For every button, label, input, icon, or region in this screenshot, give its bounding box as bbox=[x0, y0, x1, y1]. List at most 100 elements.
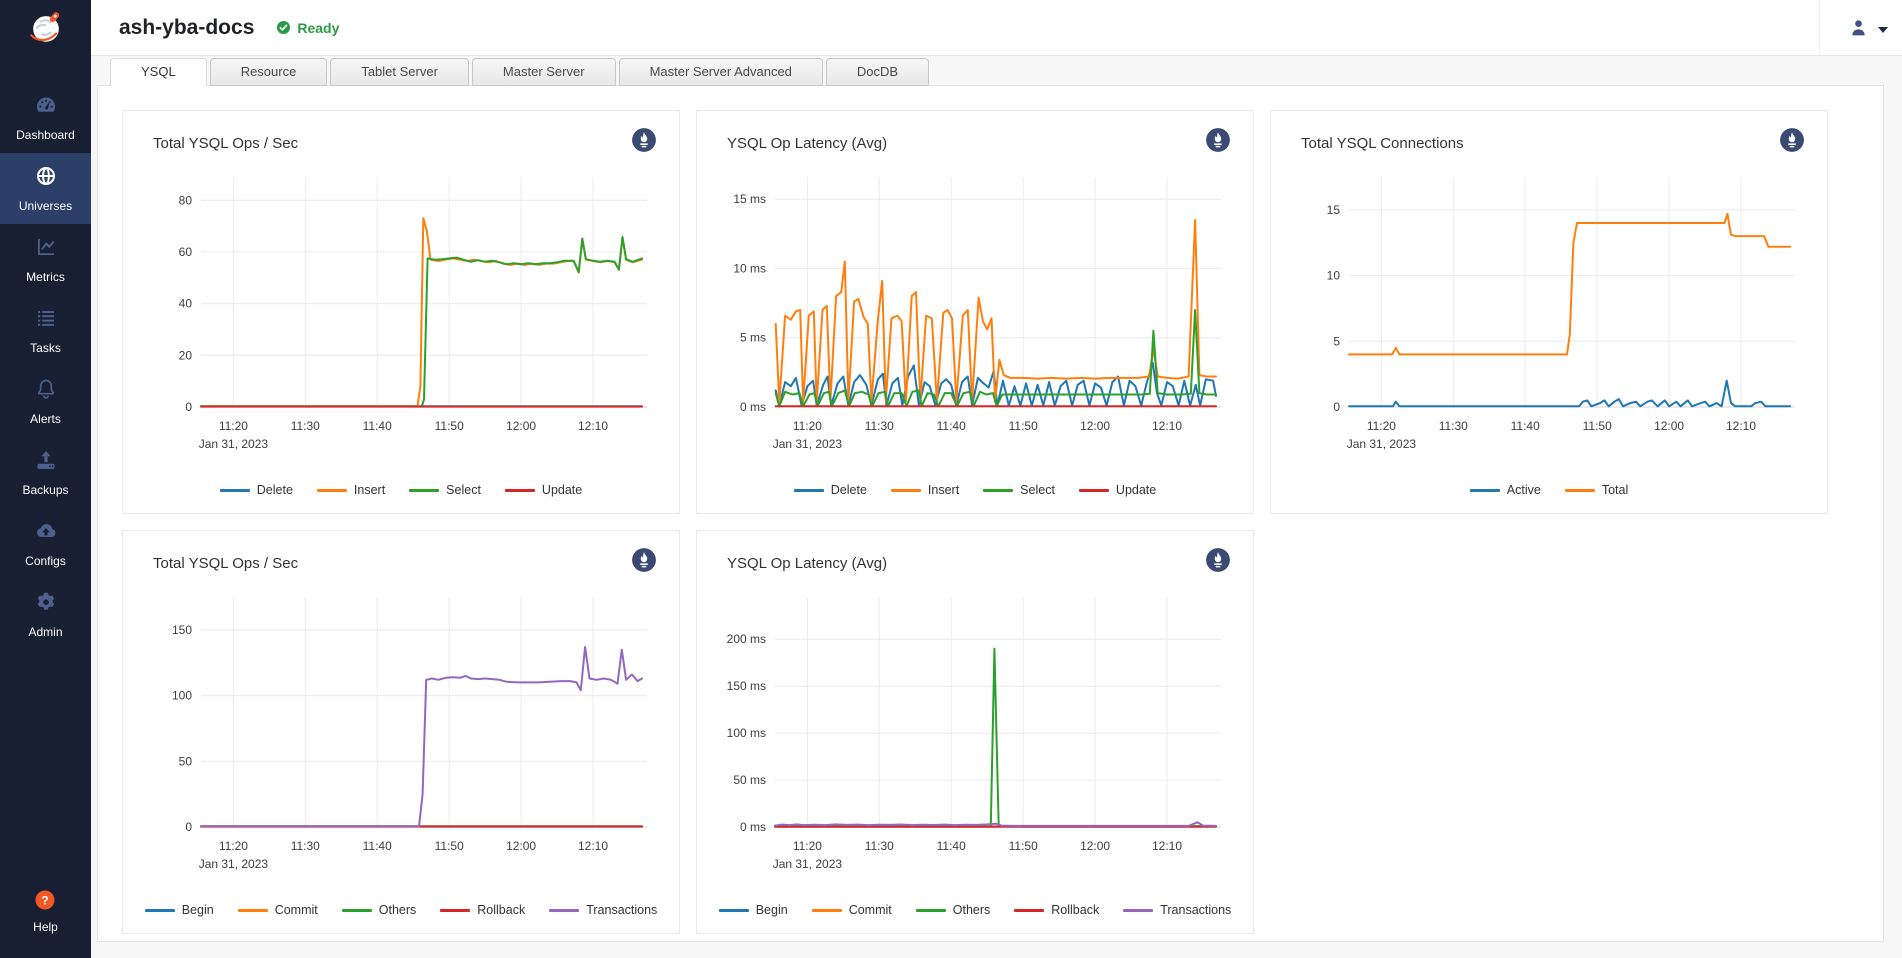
chart-legend: Begin Commit Others Rollback Transactions bbox=[123, 903, 679, 917]
configs-icon bbox=[34, 519, 58, 548]
svg-text:10: 10 bbox=[1327, 269, 1341, 283]
legend-item[interactable]: Rollback bbox=[1014, 903, 1099, 917]
prometheus-icon[interactable] bbox=[1779, 127, 1805, 153]
legend-swatch bbox=[220, 489, 250, 492]
sidebar-item-help[interactable]: ?Help bbox=[0, 875, 91, 946]
svg-text:12:00: 12:00 bbox=[1654, 419, 1684, 433]
legend-label: Active bbox=[1507, 483, 1541, 497]
legend-item[interactable]: Commit bbox=[238, 903, 318, 917]
svg-text:15: 15 bbox=[1327, 203, 1341, 217]
prometheus-icon[interactable] bbox=[1205, 127, 1231, 153]
legend-label: Commit bbox=[275, 903, 318, 917]
svg-text:12:00: 12:00 bbox=[1080, 419, 1110, 433]
tab-docdb[interactable]: DocDB bbox=[826, 58, 929, 86]
legend-item[interactable]: Rollback bbox=[440, 903, 525, 917]
prometheus-icon[interactable] bbox=[631, 127, 657, 153]
svg-text:12:00: 12:00 bbox=[506, 419, 536, 433]
legend-swatch bbox=[409, 489, 439, 492]
chart-title: Total YSQL Ops / Sec bbox=[153, 135, 298, 152]
x-axis-date: Jan 31, 2023 bbox=[199, 437, 269, 451]
svg-text:11:30: 11:30 bbox=[291, 419, 320, 433]
prometheus-icon[interactable] bbox=[1205, 547, 1231, 573]
chart-title: YSQL Op Latency (Avg) bbox=[727, 135, 887, 152]
legend-label: Select bbox=[446, 483, 481, 497]
chart-card: Total YSQL Ops / Sec02040608011:2011:301… bbox=[122, 110, 680, 514]
tab-tablet-server[interactable]: Tablet Server bbox=[330, 58, 469, 86]
svg-text:50: 50 bbox=[179, 754, 193, 768]
legend-label: Insert bbox=[928, 483, 959, 497]
legend-item[interactable]: Begin bbox=[145, 903, 214, 917]
legend-item[interactable]: Begin bbox=[719, 903, 788, 917]
legend-label: Others bbox=[953, 903, 991, 917]
metrics-panel: Total YSQL Ops / Sec02040608011:2011:301… bbox=[97, 85, 1884, 942]
chart-plot-area[interactable]: 05101511:2011:3011:4011:5012:0012:10Jan … bbox=[1285, 171, 1811, 461]
svg-text:0: 0 bbox=[185, 820, 192, 834]
legend-item[interactable]: Transactions bbox=[1123, 903, 1231, 917]
legend-swatch bbox=[505, 489, 535, 492]
tab-master-server-advanced[interactable]: Master Server Advanced bbox=[619, 58, 823, 86]
chart-plot-area[interactable]: 02040608011:2011:3011:4011:5012:0012:10J… bbox=[137, 171, 663, 461]
legend-item[interactable]: Total bbox=[1565, 483, 1628, 497]
status-badge: Ready bbox=[276, 20, 339, 36]
svg-text:12:00: 12:00 bbox=[1080, 839, 1110, 853]
legend-item[interactable]: Insert bbox=[891, 483, 959, 497]
sidebar-item-tasks[interactable]: Tasks bbox=[0, 295, 91, 366]
sidebar-item-label: Dashboard bbox=[16, 128, 75, 142]
tab-resource[interactable]: Resource bbox=[210, 58, 328, 86]
header: ash-yba-docs Ready bbox=[91, 0, 1902, 56]
legend-item[interactable]: Insert bbox=[317, 483, 385, 497]
user-icon bbox=[1848, 17, 1869, 38]
legend-item[interactable]: Others bbox=[916, 903, 991, 917]
svg-text:12:00: 12:00 bbox=[506, 839, 536, 853]
legend-item[interactable]: Others bbox=[342, 903, 417, 917]
sidebar: Dashboard UniversesMetricsTasksAlertsBack… bbox=[0, 0, 91, 958]
legend-label: Delete bbox=[257, 483, 293, 497]
svg-text:?: ? bbox=[41, 893, 48, 907]
sidebar-item-admin[interactable]: Admin bbox=[0, 579, 91, 650]
svg-text:11:20: 11:20 bbox=[219, 419, 248, 433]
legend-item[interactable]: Delete bbox=[794, 483, 867, 497]
svg-text:0 ms: 0 ms bbox=[740, 400, 766, 414]
chart-plot-area[interactable]: 0 ms50 ms100 ms150 ms200 ms11:2011:3011:… bbox=[711, 591, 1237, 881]
legend-label: Insert bbox=[354, 483, 385, 497]
legend-swatch bbox=[1123, 909, 1153, 912]
legend-item[interactable]: Update bbox=[1079, 483, 1156, 497]
svg-text:0: 0 bbox=[185, 400, 192, 414]
sidebar-item-alerts[interactable]: Alerts bbox=[0, 366, 91, 437]
legend-item[interactable]: Transactions bbox=[549, 903, 657, 917]
alerts-icon bbox=[34, 377, 58, 406]
legend-label: Others bbox=[379, 903, 417, 917]
chart-legend: Begin Commit Others Rollback Transactions bbox=[697, 903, 1253, 917]
sidebar-item-metrics[interactable]: Metrics bbox=[0, 224, 91, 295]
legend-swatch bbox=[440, 909, 470, 912]
legend-item[interactable]: Commit bbox=[812, 903, 892, 917]
svg-text:5: 5 bbox=[1333, 334, 1340, 348]
chart-plot-area[interactable]: 0 ms5 ms10 ms15 ms11:2011:3011:4011:5012… bbox=[711, 171, 1237, 461]
svg-text:60: 60 bbox=[179, 245, 193, 259]
chart-legend: Active Total bbox=[1271, 483, 1827, 497]
tab-master-server[interactable]: Master Server bbox=[472, 58, 616, 86]
sidebar-item-universes[interactable]: Universes bbox=[0, 153, 91, 224]
svg-text:11:30: 11:30 bbox=[1439, 419, 1468, 433]
svg-text:12:10: 12:10 bbox=[1152, 419, 1182, 433]
sidebar-item-backups[interactable]: Backups bbox=[0, 437, 91, 508]
tab-ysql[interactable]: YSQL bbox=[110, 58, 207, 86]
svg-text:5 ms: 5 ms bbox=[740, 331, 766, 345]
chart-title: YSQL Op Latency (Avg) bbox=[727, 555, 887, 572]
chart-plot-area[interactable]: 05010015011:2011:3011:4011:5012:0012:10J… bbox=[137, 591, 663, 881]
legend-item[interactable]: Delete bbox=[220, 483, 293, 497]
sidebar-item-dashboard[interactable]: Dashboard bbox=[0, 82, 91, 153]
yugabyte-logo[interactable] bbox=[0, 0, 91, 56]
legend-item[interactable]: Select bbox=[409, 483, 481, 497]
legend-item[interactable]: Active bbox=[1470, 483, 1541, 497]
svg-text:11:30: 11:30 bbox=[865, 839, 894, 853]
legend-item[interactable]: Select bbox=[983, 483, 1055, 497]
svg-text:0: 0 bbox=[1333, 400, 1340, 414]
user-menu[interactable] bbox=[1819, 0, 1902, 55]
legend-item[interactable]: Update bbox=[505, 483, 582, 497]
legend-swatch bbox=[1470, 489, 1500, 492]
legend-swatch bbox=[983, 489, 1013, 492]
svg-text:11:30: 11:30 bbox=[291, 839, 320, 853]
prometheus-icon[interactable] bbox=[631, 547, 657, 573]
sidebar-item-configs[interactable]: Configs bbox=[0, 508, 91, 579]
